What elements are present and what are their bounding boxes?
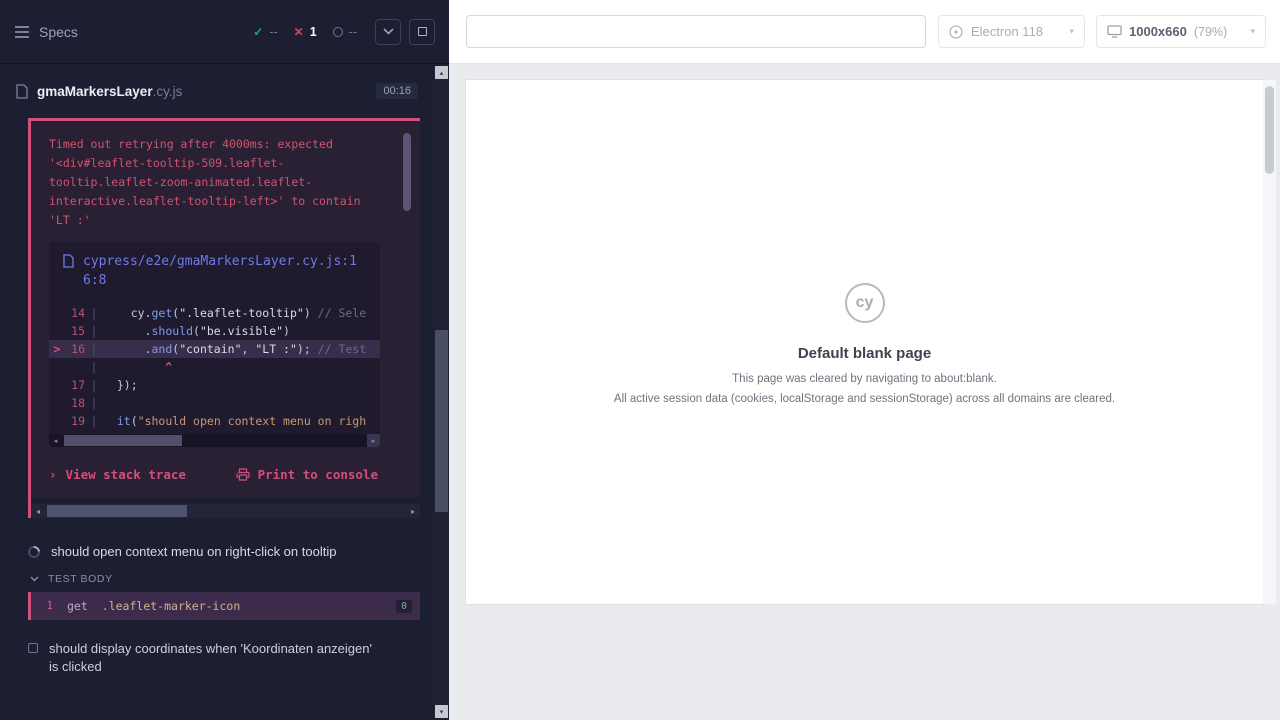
code-lines: 14| cy.get(".leaflet-tooltip") // Sele 1… [49, 298, 380, 434]
code-line: 15| .should("be.visible") [49, 322, 380, 340]
command-number: 1 [31, 600, 53, 612]
aut-body: cy Default blank page This page was clea… [449, 64, 1280, 720]
blank-page-message-2: All active session data (cookies, localS… [466, 391, 1263, 407]
browser-select[interactable]: Electron 118 ▾ [938, 15, 1085, 48]
blank-page-message-1: This page was cleared by navigating to a… [466, 371, 1263, 387]
run-controls [375, 19, 435, 45]
failed-x-icon: ✕ [294, 25, 304, 39]
reporter-vertical-scrollbar: ▴ ▾ [434, 64, 449, 720]
code-line: 19| it("should open context menu on righ [49, 412, 380, 430]
print-icon [236, 468, 250, 481]
aut-header: Electron 118 ▾ 1000x660 (79%) ▾ [449, 0, 1280, 64]
chevron-down-icon: ▾ [1069, 26, 1074, 37]
reporter-scroll-thumb[interactable] [435, 330, 448, 512]
scroll-right-arrow-icon[interactable]: ▸ [367, 434, 380, 447]
code-line: >16| .and("contain", "LT :"); // Test [49, 340, 380, 358]
scroll-up-arrow-icon[interactable]: ▴ [435, 66, 448, 79]
reporter-panel: Specs ✓ -- ✕ 1 -- [0, 0, 449, 720]
chevron-down-icon [383, 28, 394, 35]
aut-vertical-scrollbar [1263, 80, 1276, 604]
code-scroll-thumb[interactable] [64, 435, 182, 446]
browser-icon [949, 25, 963, 39]
reporter-header: Specs ✓ -- ✕ 1 -- [0, 0, 449, 64]
print-to-console-button[interactable]: Print to console [236, 467, 378, 482]
blank-page-content: cy Default blank page This page was clea… [466, 80, 1263, 407]
scroll-left-arrow-icon[interactable]: ◂ [49, 434, 62, 447]
viewport-scale: (79%) [1194, 25, 1227, 39]
command-message: .leaflet-marker-icon [102, 599, 396, 613]
spec-duration-badge: 00:16 [376, 83, 418, 99]
browser-label: Electron 118 [971, 24, 1043, 39]
code-line: 17| }); [49, 376, 380, 394]
spec-file-icon [16, 84, 28, 99]
error-vertical-scroll-thumb[interactable] [403, 133, 411, 211]
specs-menu-icon [14, 25, 30, 39]
blank-page-title: Default blank page [466, 345, 1263, 362]
chevron-down-icon [30, 576, 39, 582]
code-line: | ^ [49, 358, 380, 376]
error-message: Timed out retrying after 4000ms: expecte… [49, 135, 380, 230]
stop-run-button[interactable] [409, 19, 435, 45]
pending-test-title: should display coordinates when 'Koordin… [49, 640, 380, 676]
error-box: Timed out retrying after 4000ms: expecte… [31, 121, 420, 498]
error-actions: › View stack trace Print to console [49, 467, 380, 482]
code-line: 18| [49, 394, 380, 412]
code-file-link[interactable]: cypress/e2e/gmaMarkersLayer.cy.js:16:8 [83, 252, 368, 290]
code-line: 14| cy.get(".leaflet-tooltip") // Sele [49, 304, 380, 322]
code-file-icon [63, 254, 74, 290]
viewport-info[interactable]: 1000x660 (79%) ▾ [1096, 15, 1266, 48]
chevron-right-icon: › [49, 467, 57, 482]
viewport-size: 1000x660 [1129, 24, 1187, 39]
failed-attempt-region: Timed out retrying after 4000ms: expecte… [28, 118, 420, 518]
test-body-toggle[interactable]: TEST BODY [30, 573, 113, 585]
cypress-logo: cy [845, 283, 885, 323]
stat-failed: ✕ 1 [294, 25, 317, 39]
pending-circle-icon [333, 27, 343, 37]
specs-list-button[interactable]: Specs [14, 24, 78, 40]
view-stack-trace-link[interactable]: › View stack trace [49, 467, 186, 482]
scroll-down-arrow-icon[interactable]: ▾ [435, 705, 448, 718]
error-scroll-thumb[interactable] [47, 505, 187, 517]
chevron-down-icon: ▾ [1250, 26, 1255, 37]
stop-icon [418, 27, 427, 36]
test-body-label: TEST BODY [48, 573, 113, 585]
code-frame-header: cypress/e2e/gmaMarkersLayer.cy.js:16:8 [49, 242, 380, 298]
error-horizontal-scrollbar: ◂ ▸ [31, 504, 420, 518]
viewport-icon [1107, 25, 1122, 38]
scroll-right-arrow-icon[interactable]: ▸ [406, 504, 420, 518]
code-scroll-track[interactable] [62, 434, 367, 447]
aut-iframe: cy Default blank page This page was clea… [466, 80, 1263, 604]
running-test-row[interactable]: should open context menu on right-click … [28, 544, 419, 559]
app-root: Specs ✓ -- ✕ 1 -- [0, 0, 1280, 720]
code-horizontal-scrollbar: ◂ ▸ [49, 434, 380, 447]
pending-test-row[interactable]: should display coordinates when 'Koordin… [28, 640, 380, 676]
test-stats: ✓ -- ✕ 1 -- [253, 25, 357, 39]
error-scroll-track[interactable] [45, 504, 406, 518]
collapse-all-button[interactable] [375, 19, 401, 45]
aut-scroll-thumb[interactable] [1265, 86, 1274, 174]
queued-test-icon [28, 643, 38, 653]
url-input[interactable] [466, 15, 926, 48]
stat-pending: -- [333, 25, 357, 39]
specs-label: Specs [39, 24, 78, 40]
scroll-left-arrow-icon[interactable]: ◂ [31, 504, 45, 518]
running-test-title: should open context menu on right-click … [51, 544, 336, 559]
spec-file-name: gmaMarkersLayer.cy.js [37, 84, 182, 99]
spec-file-row: gmaMarkersLayer.cy.js 00:16 [0, 70, 434, 112]
command-log-row[interactable]: 1 get .leaflet-marker-icon 0 [28, 592, 420, 620]
command-count-badge: 0 [396, 600, 412, 613]
running-spinner-icon [26, 543, 43, 560]
command-method: get [67, 599, 88, 613]
stat-passed: ✓ -- [253, 25, 277, 39]
passed-check-icon: ✓ [253, 25, 263, 39]
code-frame: cypress/e2e/gmaMarkersLayer.cy.js:16:8 1… [49, 242, 380, 447]
